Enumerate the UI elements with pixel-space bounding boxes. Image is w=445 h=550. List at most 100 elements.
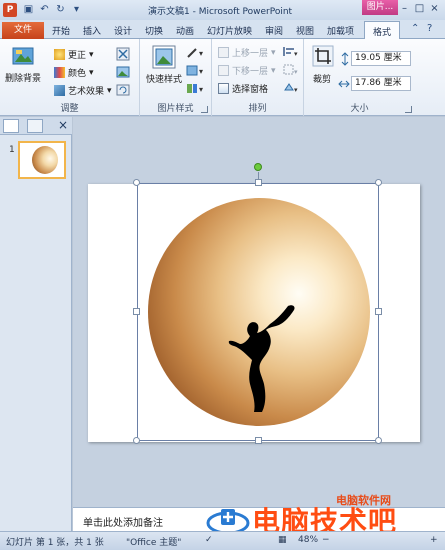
group-arrange: 上移一层 ▾ 下移一层 ▾ 选择窗格 ▾ ▾ ▾ 排列 [212,39,304,116]
picture-layout-icon[interactable]: ▾ [186,82,206,95]
picture-effects-icon[interactable]: ▾ [186,64,206,77]
slide-editing-area [73,117,445,507]
save-icon[interactable]: ▣ [22,3,35,16]
slide-canvas[interactable] [88,163,420,444]
corrections-button[interactable]: 更正 ▾ [54,48,94,61]
tab-animations[interactable]: 动画 [176,24,194,37]
svg-text:▾: ▾ [294,50,298,58]
resize-handle-bottom-left[interactable] [133,437,140,444]
maximize-icon[interactable]: □ [413,3,426,16]
status-theme: "Office 主题" [126,538,182,548]
corrections-icon [54,49,65,60]
resize-handle-top[interactable] [255,179,262,186]
minimize-icon[interactable]: – [398,3,411,16]
send-backward-button[interactable]: 下移一层 ▾ [218,64,276,77]
resize-handle-bottom[interactable] [255,437,262,444]
normal-view-icon[interactable]: ▦ [278,535,287,545]
minimize-ribbon-icon[interactable]: ⌃ [411,23,419,34]
size-dialog-launcher[interactable] [405,106,412,113]
tab-slideshow[interactable]: 幻灯片放映 [207,24,252,37]
crop-icon[interactable] [312,45,334,67]
rotate-icon[interactable]: ▾ [282,81,300,94]
color-button[interactable]: 颜色 ▾ [54,66,94,79]
shape-height-icon [341,52,349,66]
resize-handle-top-right[interactable] [375,179,382,186]
ribbon: 删除背景 更正 ▾ 颜色 ▾ 艺术效果 ▾ 调整 快速样式 ▾ ▾ ▾ 图片样式… [0,39,445,116]
shape-width-icon [338,80,350,88]
group-picture-styles: 快速样式 ▾ ▾ ▾ 图片样式 [140,39,212,116]
powerpoint-app-icon[interactable]: P [3,3,17,17]
title-bar: P ▣ ↶ ↻ ▾ 演示文稿1 - Microsoft PowerPoint 图… [0,0,445,20]
help-icon[interactable]: ? [427,23,432,34]
window-title: 演示文稿1 - Microsoft PowerPoint [148,7,293,17]
tab-transitions[interactable]: 切换 [145,24,163,37]
undo-icon[interactable]: ↶ [38,3,51,16]
crop-button[interactable]: 裁剪 [313,72,331,85]
resize-handle-top-left[interactable] [133,179,140,186]
tab-addins[interactable]: 加载项 [327,24,354,37]
tab-insert[interactable]: 插入 [83,24,101,37]
picture-styles-dialog-launcher[interactable] [201,106,208,113]
picture-border-icon[interactable]: ▾ [186,46,206,59]
close-icon[interactable]: × [428,3,441,16]
quick-styles-icon[interactable] [152,45,176,69]
zoom-out-icon[interactable]: − [322,535,330,545]
zoom-in-icon[interactable]: + [430,535,438,545]
send-backward-icon [218,65,229,76]
zoom-level[interactable]: 48% [298,535,318,545]
ribbon-tab-row: 文件 开始 插入 设计 切换 动画 幻灯片放映 审阅 视图 加载项 格式 ⌃ ? [0,20,445,40]
tab-slides-thumbnails[interactable] [3,119,19,133]
picture-tools-context-header: 图片... [362,0,398,15]
tab-view[interactable]: 视图 [296,24,314,37]
quick-access-toolbar: ▣ ↶ ↻ ▾ [22,3,83,16]
dropdown-arrow-icon: ▾ [271,47,276,58]
reset-picture-icon[interactable] [116,83,130,97]
remove-background-icon[interactable] [12,45,34,67]
redo-icon[interactable]: ↻ [54,3,67,16]
group-size: 裁剪 19.05 厘米 17.86 厘米 大小 [304,39,415,116]
slide-number: 1 [9,145,15,155]
notes-placeholder: 单击此处添加备注 [83,518,163,529]
slide-thumbnail[interactable] [18,141,66,179]
picture-selection-box [137,183,379,441]
tab-outline[interactable] [27,119,43,133]
tab-format[interactable]: 格式 [364,21,401,40]
thumbnail-moon-image [32,146,58,174]
shape-height-input[interactable]: 19.05 厘米 [351,51,411,66]
tab-review[interactable]: 审阅 [265,24,283,37]
align-icon[interactable]: ▾ [282,45,300,58]
svg-text:▾: ▾ [199,85,203,94]
artistic-effects-icon [54,85,65,96]
customize-qat-icon[interactable]: ▾ [70,3,83,16]
tab-home[interactable]: 开始 [52,24,70,37]
bring-forward-button[interactable]: 上移一层 ▾ [218,46,276,59]
svg-text:▾: ▾ [294,86,298,94]
change-picture-icon[interactable] [116,65,130,79]
shape-width-input[interactable]: 17.86 厘米 [351,76,411,91]
selection-pane-button[interactable]: 选择窗格 [218,82,268,95]
tab-file[interactable]: 文件 [2,22,44,39]
resize-handle-right[interactable] [375,308,382,315]
close-panel-icon[interactable]: × [58,118,68,132]
status-slide-info: 幻灯片 第 1 张，共 1 张 [6,538,104,548]
resize-handle-left[interactable] [133,308,140,315]
resize-handle-bottom-right[interactable] [375,437,382,444]
compress-pictures-icon[interactable] [116,47,130,61]
artistic-effects-button[interactable]: 艺术效果 ▾ [54,84,112,97]
dropdown-arrow-icon: ▾ [89,49,94,60]
bring-forward-icon [218,47,229,58]
svg-text:▾: ▾ [294,68,298,76]
remove-background-button[interactable]: 删除背景 [5,71,41,84]
tab-design[interactable]: 设计 [114,24,132,37]
spelling-check-icon[interactable]: ✓ [205,535,213,545]
group-objects-icon[interactable]: ▾ [282,63,300,76]
quick-styles-button[interactable]: 快速样式 [146,72,182,85]
group-arrange-label: 排列 [248,104,267,114]
slides-panel-tabs: × [0,117,72,135]
selection-pane-icon [218,83,229,94]
group-adjust: 删除背景 更正 ▾ 颜色 ▾ 艺术效果 ▾ 调整 [0,39,140,116]
status-bar: 幻灯片 第 1 张，共 1 张 "Office 主题" ✓ ▦ 48% − + [0,531,445,550]
svg-text:▾: ▾ [199,67,203,76]
group-adjust-label: 调整 [60,104,79,114]
rotation-handle[interactable] [254,163,262,171]
